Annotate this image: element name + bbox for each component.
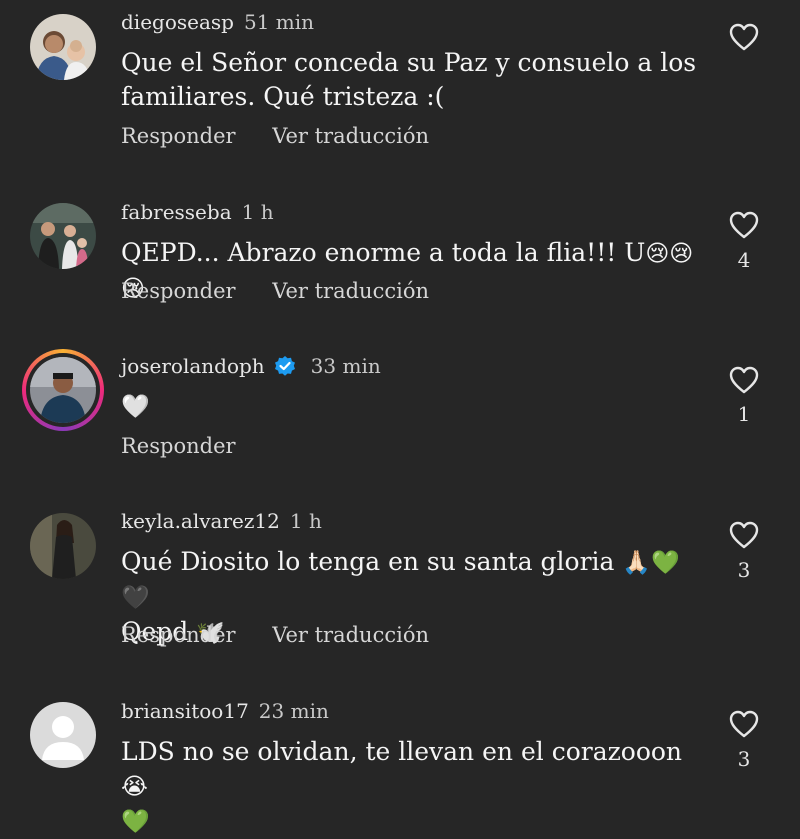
like-count: 4: [737, 248, 751, 272]
emoji-group: 🤍: [121, 394, 150, 420]
comment-meta: briansitoo17 23 min: [121, 699, 329, 723]
comment-text-line: Qué Diosito lo tenga en su santa gloria: [121, 547, 615, 576]
comment-text: LDS no se olvidan, te llevan en el coraz…: [121, 735, 701, 839]
comment-actions: Responder Ver traducción: [121, 279, 459, 303]
avatar[interactable]: [30, 203, 96, 269]
see-translation-button[interactable]: Ver traducción: [272, 124, 429, 148]
comment-meta: joserolandoph 33 min: [121, 354, 381, 378]
heart-icon[interactable]: [729, 366, 759, 394]
verified-badge-icon: [274, 356, 295, 376]
reply-button[interactable]: Responder: [121, 434, 236, 458]
like-count: 3: [737, 747, 751, 771]
username[interactable]: joserolandoph: [121, 354, 265, 378]
comment-text-line: familiares. Qué tristeza :(: [121, 82, 445, 111]
username[interactable]: briansitoo17: [121, 699, 249, 723]
timestamp: 1 h: [289, 509, 322, 533]
comment-actions: Responder Ver traducción: [121, 124, 459, 148]
heart-icon[interactable]: [729, 710, 759, 738]
comment-actions: Responder Ver traducción: [121, 623, 459, 647]
emoji-group: 💚: [121, 809, 150, 835]
heart-icon[interactable]: [729, 521, 759, 549]
reply-button[interactable]: Responder: [121, 124, 236, 148]
avatar[interactable]: [30, 14, 96, 80]
comment-actions: Responder: [121, 434, 266, 458]
timestamp: 51 min: [243, 10, 315, 34]
avatar: [30, 357, 96, 423]
see-translation-button[interactable]: Ver traducción: [272, 623, 429, 647]
comment-meta: diegoseasp 51 min: [121, 10, 314, 34]
comment-text: 🤍: [121, 389, 701, 424]
avatar-story-ring[interactable]: [22, 349, 104, 431]
comment-meta: fabresseba 1 h: [121, 200, 274, 224]
reply-button[interactable]: Responder: [121, 623, 236, 647]
comment-text-line: Que el Señor conceda su Paz y consuelo a…: [121, 48, 697, 77]
like-count: 1: [737, 402, 751, 426]
timestamp: 1 h: [241, 200, 274, 224]
see-translation-button[interactable]: Ver traducción: [272, 279, 429, 303]
heart-icon[interactable]: [729, 23, 759, 51]
reply-button[interactable]: Responder: [121, 279, 236, 303]
comment-text-line: LDS no se olvidan, te llevan en el coraz…: [121, 737, 683, 766]
comment-text: Que el Señor conceda su Paz y consuelo a…: [121, 46, 701, 114]
username[interactable]: diegoseasp: [121, 10, 234, 34]
timestamp: 23 min: [258, 699, 329, 723]
username[interactable]: fabresseba: [121, 200, 232, 224]
avatar[interactable]: [30, 513, 96, 579]
timestamp: 33 min: [310, 354, 381, 378]
heart-icon[interactable]: [729, 211, 759, 239]
username[interactable]: keyla.alvarez12: [121, 509, 280, 533]
comment-meta: keyla.alvarez12 1 h: [121, 509, 322, 533]
default-avatar-icon[interactable]: [30, 702, 96, 768]
emoji-group: 😭: [121, 774, 148, 800]
like-count: 3: [737, 558, 751, 582]
comment-text-line: QEPD... Abrazo enorme a toda la flia!!! …: [121, 238, 646, 267]
